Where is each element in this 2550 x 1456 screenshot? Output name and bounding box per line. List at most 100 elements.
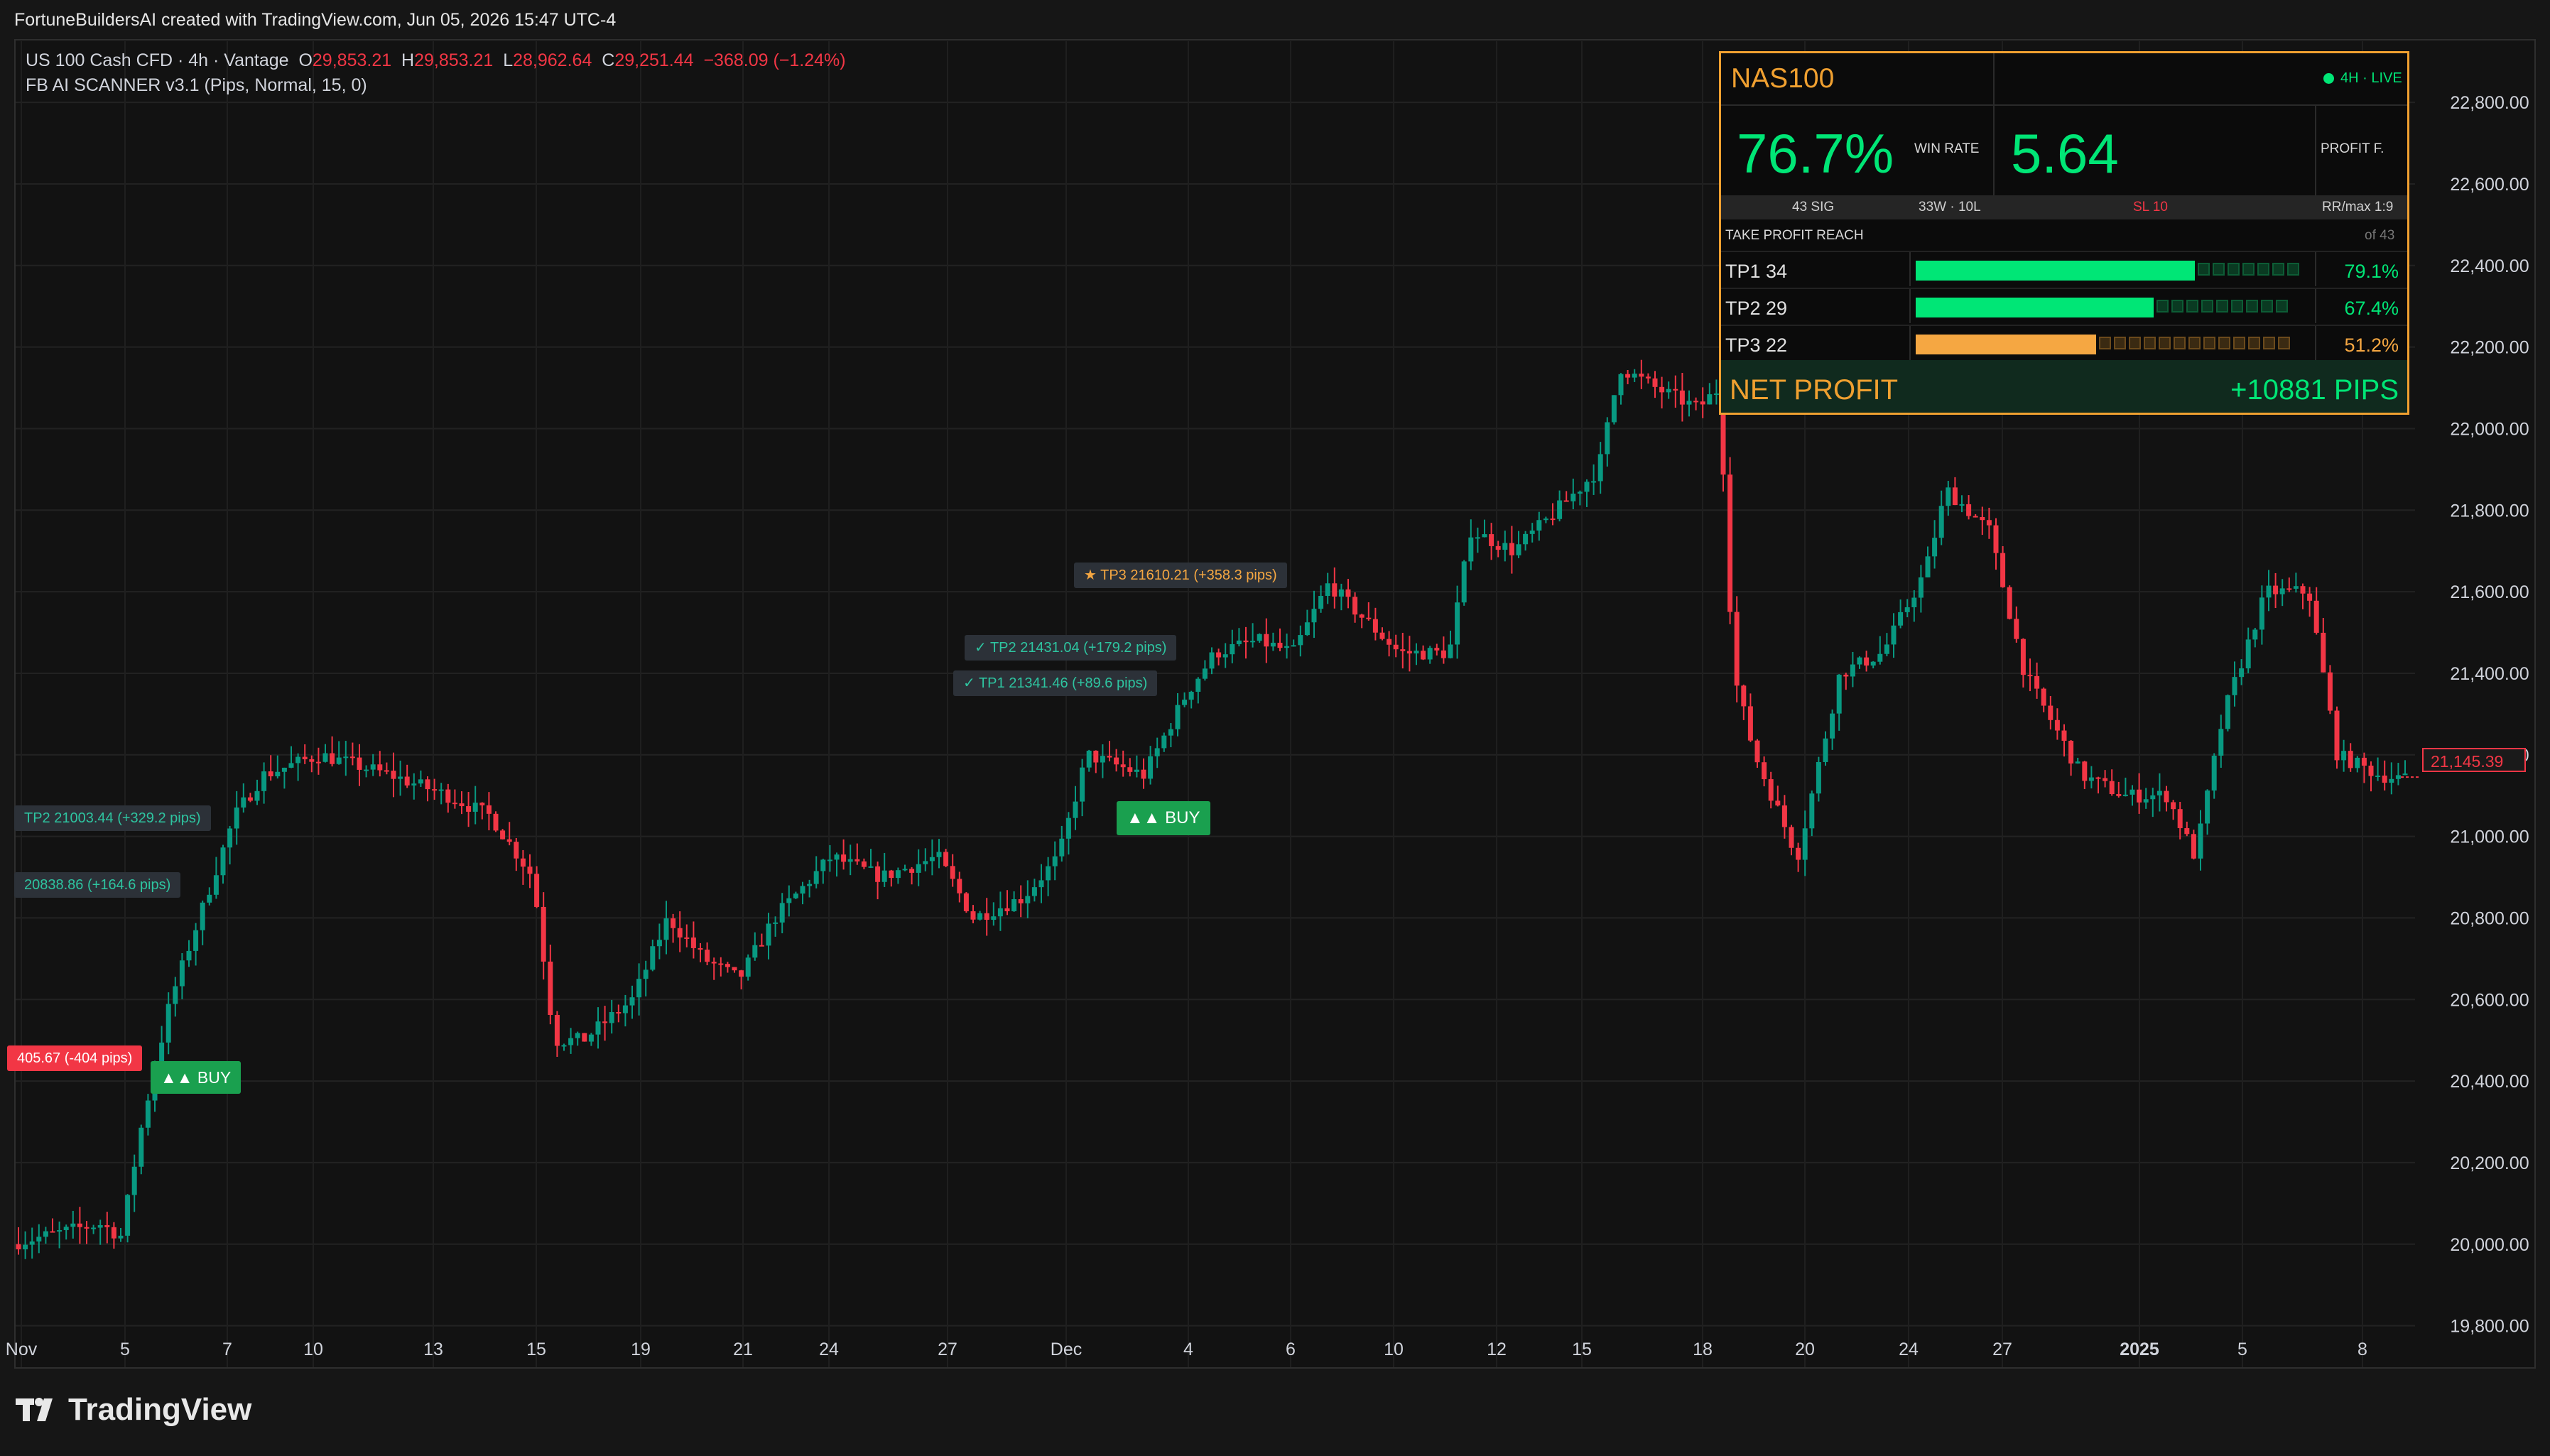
tp-progress-segment	[2216, 300, 2228, 313]
candle-body	[1884, 644, 1889, 654]
candle-body	[254, 791, 260, 801]
candle-body	[1762, 762, 1767, 780]
price-tick: 21,400.00	[2450, 664, 2529, 684]
candle-body	[554, 1014, 560, 1046]
candle-body	[1345, 589, 1351, 597]
candle-body	[1570, 494, 1576, 501]
win-rate-label: WIN RATE	[1914, 141, 1980, 156]
candle-body	[582, 1033, 587, 1042]
tp-progress-segment	[2203, 337, 2215, 349]
tp-progress-bar	[1916, 298, 2154, 317]
candle-body	[629, 997, 635, 1006]
candle-body	[104, 1224, 110, 1227]
candle-body	[1406, 651, 1412, 654]
candle-body	[1563, 500, 1569, 502]
candle-body	[705, 950, 710, 962]
candle-body	[425, 779, 430, 790]
candle-body	[486, 805, 492, 814]
candle-body	[1264, 634, 1269, 647]
candle-body	[616, 1011, 622, 1014]
tp-row-percent: 67.4%	[2344, 298, 2399, 319]
candle-body	[370, 764, 376, 770]
candle-body	[1877, 653, 1883, 662]
time-tick: Dec	[1051, 1340, 1082, 1359]
tradingview-wordmark: TradingView	[68, 1392, 252, 1427]
candle-body	[1441, 650, 1446, 658]
candle-body	[1584, 482, 1590, 492]
tp-total: of 43	[2365, 228, 2395, 243]
live-dot-icon	[2323, 73, 2334, 84]
candle-body	[1230, 643, 1235, 655]
candle-body	[1502, 543, 1508, 550]
candle-body	[438, 789, 444, 791]
candle-body	[1489, 534, 1494, 546]
low-value: 28,962.64	[513, 50, 592, 70]
sl-left-label: 405.67 (-404 pips)	[7, 1045, 143, 1071]
indicator-label[interactable]: FB AI SCANNER v3.1 (Pips, Normal, 15, 0)	[26, 73, 846, 98]
candle-body	[2164, 791, 2169, 803]
candle-body	[773, 922, 778, 924]
candle-body	[1100, 756, 1105, 763]
candle-body	[1918, 577, 1924, 598]
candle-body	[493, 813, 499, 831]
tp-row: TP3 22 51.2%	[1721, 325, 2407, 360]
candle-body	[1693, 401, 1699, 403]
candle-body	[991, 916, 997, 920]
candle-body	[84, 1227, 89, 1229]
tradingview-logo[interactable]: TradingView	[16, 1392, 251, 1428]
candle-body	[2122, 794, 2128, 796]
candle-body	[520, 858, 526, 867]
candle-body	[500, 830, 506, 840]
high-value: 29,853.21	[414, 50, 494, 70]
candle-body	[1557, 500, 1563, 519]
candle-body	[1959, 504, 1965, 506]
candle-body	[1025, 896, 1031, 903]
candle-body	[472, 803, 478, 812]
candle-body	[186, 950, 192, 961]
candle-body	[2341, 751, 2347, 761]
candle-body	[1741, 685, 1747, 707]
candle-body	[643, 969, 649, 979]
candle-body	[2211, 755, 2217, 791]
time-tick: 27	[1992, 1340, 2012, 1359]
candle-body	[1311, 609, 1317, 623]
candle-body	[2266, 585, 2272, 598]
candle-body	[1830, 713, 1835, 739]
candle-body	[179, 960, 185, 987]
time-tick: Nov	[6, 1340, 38, 1359]
tp-row-percent: 51.2%	[2344, 335, 2399, 356]
tp-progress-segment	[2129, 337, 2141, 349]
win-loss-record: 33W · 10L	[1919, 200, 1981, 214]
candle-body	[1973, 516, 1978, 518]
candle-body	[213, 875, 219, 895]
tp-progress-segment	[2231, 300, 2243, 313]
price-tick: 21,600.00	[2450, 582, 2529, 602]
candle-body	[2000, 553, 2006, 587]
candle-body	[1120, 764, 1126, 768]
candle-body	[1823, 738, 1828, 762]
candle-body	[1754, 740, 1760, 763]
candle-body	[1046, 866, 1051, 881]
candle-body	[36, 1237, 42, 1242]
candle-body	[950, 866, 955, 879]
candle-body	[1516, 544, 1521, 555]
candle-body	[725, 964, 730, 967]
tp-progress-segment	[2287, 263, 2299, 276]
candle-body	[2259, 597, 2264, 630]
candle-body	[1400, 649, 1406, 651]
candle-body	[2293, 586, 2299, 589]
current-price-tag: 21,145.39	[2422, 748, 2526, 772]
candle-body	[1209, 652, 1215, 669]
candle-body	[1611, 395, 1617, 423]
candle-body	[1352, 597, 1358, 615]
candle-body	[268, 771, 273, 777]
candle-body	[2198, 823, 2203, 859]
candle-body	[1059, 838, 1065, 857]
candle-body	[1018, 899, 1024, 903]
candle-body	[1898, 612, 1904, 626]
candle-body	[2054, 719, 2060, 731]
candle-body	[1031, 887, 1037, 896]
candle-body	[1980, 516, 1985, 521]
candle-body	[1523, 533, 1529, 545]
candle-body	[2327, 672, 2333, 711]
